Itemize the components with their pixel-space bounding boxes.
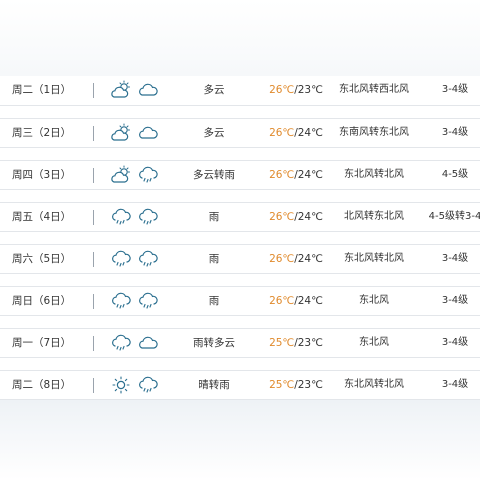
forecast-row: 周一（7日） 雨转多云 25℃/23℃ 东北风 3-4级: [0, 328, 480, 358]
day-label: 周四（3日）: [12, 169, 72, 181]
day-label: 周二（8日）: [12, 379, 72, 391]
temperature-range: 25℃/23℃: [258, 371, 334, 399]
rain-icon: [137, 165, 159, 185]
cloudy-icon: [137, 333, 159, 353]
high-temp: 26℃: [269, 295, 295, 307]
rain-icon: [110, 291, 132, 311]
forecast-row: 周二（1日） 多云 26℃/23℃ 东北风转西北风 3-4级: [0, 76, 480, 106]
high-temp: 25℃: [269, 337, 295, 349]
cloudy-icon: [137, 80, 159, 100]
partly-cloudy-icon: [110, 80, 132, 100]
high-temp: 26℃: [269, 211, 295, 223]
forecast-table: 周二（1日） 多云 26℃/23℃ 东北风转西北风 3-4级 周三（2日） 多云…: [0, 76, 480, 400]
column-divider: [93, 168, 94, 183]
partly-cloudy-icon: [110, 123, 132, 143]
weather-description: 雨转多云: [193, 337, 235, 349]
low-temp: /24℃: [294, 211, 323, 223]
rain-icon: [110, 207, 132, 227]
weather-description: 多云: [203, 127, 225, 139]
weather-description: 晴转雨: [198, 379, 230, 391]
weather-description: 雨: [208, 211, 220, 223]
forecast-row: 周六（5日） 雨 26℃/24℃ 东北风转北风 3-4级: [0, 244, 480, 274]
rain-icon: [110, 333, 132, 353]
high-temp: 26℃: [269, 169, 295, 181]
high-temp: 26℃: [269, 84, 295, 96]
low-temp: /24℃: [294, 253, 323, 265]
wind-level: 4-5级: [441, 169, 469, 180]
rain-icon: [137, 249, 159, 269]
wind-direction: 东北风转北风: [344, 253, 404, 264]
high-temp: 26℃: [269, 127, 295, 139]
column-divider: [93, 210, 94, 225]
forecast-row: 周四（3日） 多云转雨 26℃/24℃ 东北风转北风 4-5级: [0, 160, 480, 190]
forecast-row: 周五（4日） 雨 26℃/24℃ 北风转东北风 4-5级转3-4: [0, 202, 480, 232]
wind-level: 3-4级: [441, 337, 469, 348]
temperature-range: 25℃/23℃: [258, 329, 334, 357]
column-divider: [93, 294, 94, 309]
temperature-range: 26℃/24℃: [258, 203, 334, 231]
day-label: 周六（5日）: [12, 253, 72, 265]
forecast-row: 周二（8日） 晴转雨 25℃/23℃ 东北风转北风 3-4级: [0, 370, 480, 400]
low-temp: /24℃: [294, 295, 323, 307]
temperature-range: 26℃/24℃: [258, 287, 334, 315]
high-temp: 25℃: [269, 379, 295, 391]
wind-level: 3-4级: [441, 84, 469, 95]
cloudy-icon: [137, 123, 159, 143]
temperature-range: 26℃/24℃: [258, 245, 334, 273]
wind-direction: 东北风: [359, 337, 389, 348]
column-divider: [93, 378, 94, 393]
day-label: 周五（4日）: [12, 211, 72, 223]
day-label: 周二（1日）: [12, 84, 72, 96]
sunny-icon: [110, 375, 132, 395]
low-temp: /24℃: [294, 169, 323, 181]
day-label: 周三（2日）: [12, 127, 72, 139]
low-temp: /23℃: [294, 337, 323, 349]
rain-icon: [110, 249, 132, 269]
column-divider: [93, 252, 94, 267]
wind-level: 3-4级: [441, 379, 469, 390]
wind-direction: 东北风: [359, 295, 389, 306]
wind-direction: 东北风转北风: [344, 379, 404, 390]
day-label: 周一（7日）: [12, 337, 72, 349]
top-background: [0, 0, 480, 76]
wind-direction: 东南风转东北风: [339, 127, 409, 138]
bottom-background: [0, 400, 480, 480]
rain-icon: [137, 207, 159, 227]
forecast-row: 周三（2日） 多云 26℃/24℃ 东南风转东北风 3-4级: [0, 118, 480, 148]
column-divider: [93, 126, 94, 141]
wind-level: 4-5级转3-4: [428, 211, 480, 222]
wind-level: 3-4级: [441, 127, 469, 138]
wind-direction: 北风转东北风: [344, 211, 404, 222]
temperature-range: 26℃/24℃: [258, 161, 334, 189]
wind-level: 3-4级: [441, 253, 469, 264]
column-divider: [93, 83, 94, 98]
wind-level: 3-4级: [441, 295, 469, 306]
temperature-range: 26℃/24℃: [258, 119, 334, 147]
weather-description: 多云: [203, 84, 225, 96]
column-divider: [93, 336, 94, 351]
low-temp: /23℃: [294, 84, 323, 96]
wind-direction: 东北风转北风: [344, 169, 404, 180]
weather-description: 雨: [208, 253, 220, 265]
partly-cloudy-icon: [110, 165, 132, 185]
rain-icon: [137, 375, 159, 395]
rain-icon: [137, 291, 159, 311]
wind-direction: 东北风转西北风: [339, 84, 409, 95]
low-temp: /23℃: [294, 379, 323, 391]
weather-description: 多云转雨: [193, 169, 235, 181]
low-temp: /24℃: [294, 127, 323, 139]
day-label: 周日（6日）: [12, 295, 72, 307]
temperature-range: 26℃/23℃: [258, 76, 334, 104]
weather-description: 雨: [208, 295, 220, 307]
high-temp: 26℃: [269, 253, 295, 265]
forecast-row: 周日（6日） 雨 26℃/24℃ 东北风 3-4级: [0, 286, 480, 316]
